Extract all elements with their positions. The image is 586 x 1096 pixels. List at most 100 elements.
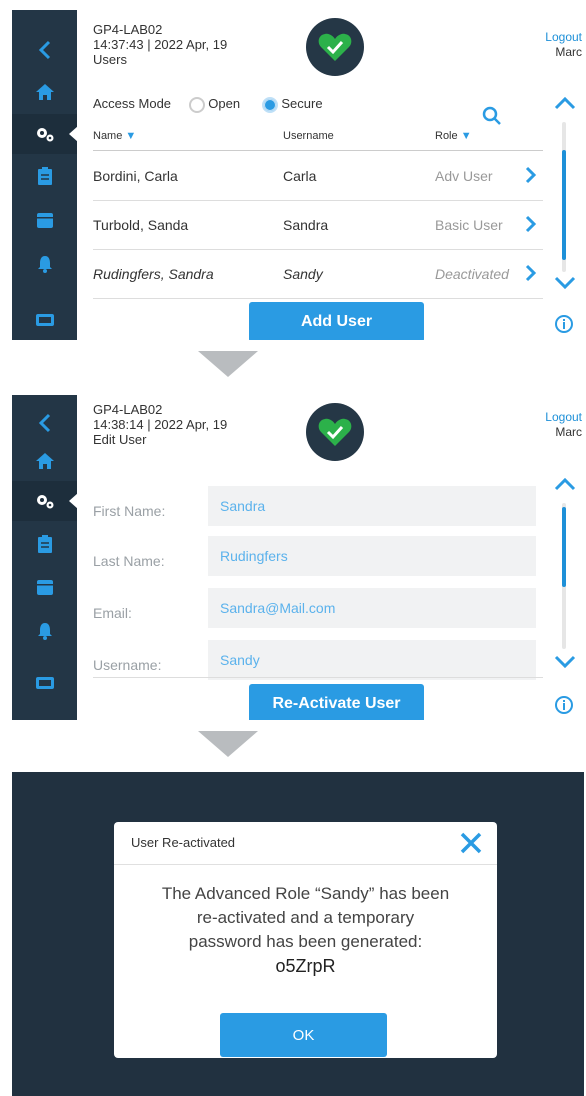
scrollbar-thumb[interactable] (562, 507, 566, 587)
header-info: GP4-LAB02 14:37:43 | 2022 Apr, 19 Users (93, 22, 227, 67)
first-name-field[interactable]: Sandra (208, 486, 536, 526)
monitor-icon (35, 314, 54, 326)
row-role: Adv User (435, 168, 493, 184)
clipboard-icon (37, 167, 52, 185)
chevron-right-icon[interactable] (525, 215, 537, 233)
first-name-label: First Name: (93, 503, 166, 519)
nav-protocols[interactable] (12, 524, 77, 564)
user-session: Logout Marc (545, 410, 582, 440)
message-line: password has been generated: (188, 932, 423, 951)
device-name: GP4-LAB02 (93, 22, 163, 37)
message-line: The Advanced Role “Sandy” has been (161, 884, 450, 903)
edit-user-screen: GP4-LAB02 14:38:14 | 2022 Apr, 19 Edit U… (12, 395, 584, 720)
last-name-row: Last Name: Rudingfers (93, 536, 543, 586)
active-indicator (69, 493, 78, 509)
scroll-up-icon[interactable] (554, 477, 576, 491)
scrollbar[interactable] (562, 503, 566, 649)
reactivate-user-button[interactable]: Re-Activate User (249, 684, 424, 720)
users-screen: GP4-LAB02 14:37:43 | 2022 Apr, 19 Users … (12, 10, 584, 340)
col-name[interactable]: Name ▼ (93, 130, 136, 142)
nav-settings[interactable] (12, 114, 78, 154)
logout-link[interactable]: Logout (545, 410, 582, 425)
current-user: Marc (555, 425, 582, 439)
email-row: Email: Sandra@Mail.com (93, 588, 543, 638)
row-username: Sandra (283, 217, 329, 233)
mode-open-radio[interactable]: Open (188, 96, 241, 113)
dialog-title: User Re-activated (131, 835, 236, 850)
last-name-field[interactable]: Rudingfers (208, 536, 536, 576)
mode-secure-label: Secure (281, 96, 323, 111)
chevron-right-icon[interactable] (525, 264, 537, 282)
scrollbar-thumb[interactable] (562, 150, 566, 260)
dialog-header: User Re-activated (114, 822, 497, 865)
device-name: GP4-LAB02 (93, 402, 163, 417)
info-icon[interactable] (554, 695, 574, 715)
row-name: Bordini, Carla (93, 168, 178, 184)
mode-open-label: Open (208, 96, 241, 111)
flow-arrow-icon (198, 731, 258, 757)
nav-home[interactable] (12, 72, 77, 112)
chevron-right-icon[interactable] (525, 166, 537, 184)
settings-gears-icon (36, 128, 53, 142)
divider (93, 677, 543, 678)
email-field[interactable]: Sandra@Mail.com (208, 588, 536, 628)
datetime: 14:38:14 | 2022 Apr, 19 (93, 417, 228, 432)
row-role: Deactivated (435, 266, 509, 282)
home-icon (35, 453, 54, 469)
status-heart-badge (306, 403, 364, 461)
dialog: User Re-activated The Advanced Role “San… (114, 822, 497, 1058)
nav-display[interactable] (12, 663, 77, 703)
settings-gears-icon (36, 495, 53, 509)
logout-link[interactable]: Logout (545, 30, 582, 45)
clipboard-icon (37, 535, 52, 553)
table-row[interactable]: Rudingfers, Sandra Sandy Deactivated (93, 250, 543, 299)
bell-icon (37, 623, 52, 640)
add-user-button[interactable]: Add User (249, 302, 424, 340)
nav-alarms[interactable] (12, 244, 77, 284)
bell-icon (37, 256, 52, 273)
scroll-down-icon[interactable] (554, 655, 576, 669)
page-title: Edit User (93, 432, 147, 447)
back-chevron-icon (38, 40, 50, 60)
close-icon[interactable] (459, 831, 483, 855)
home-icon (35, 84, 54, 100)
back-button[interactable] (12, 30, 77, 70)
sort-down-icon: ▼ (460, 130, 472, 142)
current-user: Marc (555, 45, 582, 59)
nav-calendar[interactable] (12, 567, 77, 607)
nav-display[interactable] (12, 300, 77, 340)
scrollbar[interactable] (562, 122, 566, 272)
scroll-down-icon[interactable] (554, 276, 576, 290)
user-session: Logout Marc (545, 30, 582, 60)
reactivated-dialog-screen: User Re-activated The Advanced Role “San… (12, 772, 584, 1096)
back-button[interactable] (12, 403, 77, 443)
heart-check-icon (318, 33, 352, 61)
search-icon[interactable] (482, 106, 502, 126)
back-chevron-icon (38, 413, 50, 433)
page-title: Users (93, 52, 127, 67)
email-label: Email: (93, 605, 132, 621)
radio-off-icon (188, 96, 205, 113)
status-heart-badge (306, 18, 364, 76)
datetime: 14:37:43 | 2022 Apr, 19 (93, 37, 228, 52)
info-icon[interactable] (554, 314, 574, 334)
row-role: Basic User (435, 217, 503, 233)
scroll-up-icon[interactable] (554, 96, 576, 110)
table-row[interactable]: Turbold, Sanda Sandra Basic User (93, 201, 543, 250)
ok-button[interactable]: OK (220, 1013, 387, 1057)
nav-protocols[interactable] (12, 156, 77, 196)
nav-settings[interactable] (12, 481, 78, 521)
row-name: Rudingfers, Sandra (93, 266, 214, 282)
username-field[interactable]: Sandy (208, 640, 536, 680)
mode-secure-radio[interactable]: Secure (261, 96, 323, 113)
table-row[interactable]: Bordini, Carla Carla Adv User (93, 152, 543, 201)
calendar-icon (36, 580, 53, 595)
col-username[interactable]: Username (283, 130, 334, 142)
nav-alarms[interactable] (12, 611, 77, 651)
nav-calendar[interactable] (12, 200, 77, 240)
nav-home[interactable] (12, 441, 77, 481)
col-role[interactable]: Role ▼ (435, 130, 472, 142)
temporary-password: o5ZrpR (275, 956, 336, 976)
row-username: Sandy (283, 266, 323, 282)
first-name-row: First Name: Sandra (93, 486, 543, 536)
